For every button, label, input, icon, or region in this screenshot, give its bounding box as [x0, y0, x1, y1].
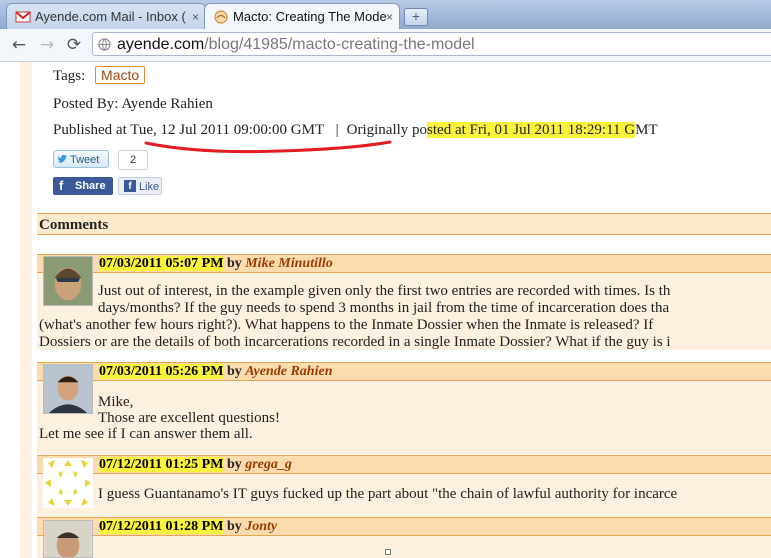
- tweet-label: Tweet: [70, 154, 100, 166]
- avatar: [43, 520, 93, 558]
- close-icon[interactable]: ×: [192, 4, 199, 29]
- comment-text-line: days/months? If the guy needs to spend 3…: [98, 300, 670, 316]
- facebook-like-button[interactable]: f Like: [118, 177, 162, 195]
- comment-header: 07/03/2011 05:26 PM by Ayende Rahien: [37, 362, 771, 381]
- by-label: by: [226, 364, 242, 379]
- originally-suffix: MT: [635, 122, 658, 138]
- comment-author-link[interactable]: Ayende Rahien: [245, 364, 332, 379]
- avatar: [43, 458, 93, 508]
- comment-text-line: Those are excellent questions!: [98, 410, 281, 426]
- by-label: by: [226, 457, 242, 472]
- comment-text-line: (what's another few hours right?). What …: [39, 317, 654, 333]
- comment-date-line: 07/03/2011 05:07 PM by Mike Minutillo: [99, 255, 333, 273]
- tab-bar: Ayende.com Mail - Inbox ( × Macto: Creat…: [0, 0, 771, 29]
- comment-header: 07/12/2011 01:28 PM by Jonty: [37, 517, 771, 536]
- comment-date: 07/12/2011 01:25 PM: [99, 457, 224, 472]
- tab-mail[interactable]: Ayende.com Mail - Inbox ( ×: [6, 3, 206, 29]
- posted-by: Posted By: Ayende Rahien: [53, 96, 213, 112]
- facebook-share-button[interactable]: f Share: [53, 177, 113, 195]
- comment-date-line: 07/12/2011 01:25 PM by grega_g: [99, 456, 292, 474]
- post-tags: Tags: Macto: [53, 66, 146, 85]
- comment-author-link[interactable]: grega_g: [245, 457, 292, 472]
- comment-date-line: 07/12/2011 01:28 PM by Jonty: [99, 518, 277, 536]
- new-tab-button[interactable]: +: [404, 8, 428, 26]
- avatar: [43, 256, 93, 306]
- comment-author-link[interactable]: Jonty: [245, 519, 277, 534]
- red-underline-annotation: [144, 140, 392, 154]
- tags-label: Tags:: [53, 68, 86, 84]
- url-path: /blog/41985/macto-creating-the-model: [204, 36, 475, 53]
- close-icon[interactable]: ×: [386, 4, 393, 29]
- facebook-icon: f: [124, 180, 136, 192]
- scroll-indicator: [385, 549, 391, 555]
- comment-text-line: I guess Guantanamo's IT guys fucked up t…: [98, 486, 678, 502]
- reload-icon[interactable]: ⟳: [63, 34, 85, 56]
- comment-header: 07/12/2011 01:25 PM by grega_g: [37, 455, 771, 474]
- page-left-strip: [20, 62, 32, 558]
- comment-date: 07/12/2011 01:28 PM: [99, 519, 224, 534]
- by-label: by: [226, 256, 242, 271]
- comment-date-line: 07/03/2011 05:26 PM by Ayende Rahien: [99, 363, 332, 381]
- comment-text-line: Dossiers or are the details of both inca…: [39, 334, 671, 350]
- avatar: [43, 364, 93, 414]
- browser-toolbar: ← → ⟳ ayende.com/blog/41985/macto-creati…: [0, 29, 771, 62]
- like-label: Like: [139, 181, 160, 193]
- twitter-bird-icon: [57, 154, 68, 163]
- comment-header: 07/03/2011 05:07 PM by Mike Minutillo: [37, 254, 771, 273]
- comments-header: Comments: [37, 213, 771, 235]
- published-label: Published at: [53, 122, 127, 138]
- comment-date: 07/03/2011 05:07 PM: [99, 256, 224, 271]
- tab-macto[interactable]: Macto: Creating The Mode ×: [204, 3, 400, 29]
- by-label: by: [226, 519, 242, 534]
- comment-date: 07/03/2011 05:26 PM: [99, 364, 224, 379]
- comment-author-link[interactable]: Mike Minutillo: [245, 256, 333, 271]
- originally-highlight: sted at Fri, 01 Jul 2011 18:29:11 G: [427, 122, 636, 138]
- comment-text-line: Mike,: [98, 394, 134, 410]
- comment-text-line: Let me see if I can answer them all.: [39, 426, 253, 442]
- share-label: Share: [75, 180, 106, 192]
- page-icon: [98, 38, 111, 51]
- address-bar[interactable]: ayende.com/blog/41985/macto-creating-the…: [92, 32, 771, 56]
- back-arrow-icon[interactable]: ←: [8, 34, 30, 56]
- tweet-button[interactable]: Tweet: [53, 150, 109, 168]
- tag-macto-link[interactable]: Macto: [95, 66, 146, 84]
- comment-text-line: Just out of interest, in the example giv…: [98, 283, 671, 299]
- facebook-icon: f: [59, 178, 64, 193]
- tab-mail-title: Ayende.com Mail - Inbox (: [35, 9, 186, 24]
- tab-macto-title: Macto: Creating The Mode: [233, 9, 387, 24]
- gmail-icon: [15, 11, 31, 23]
- url-host: ayende.com: [117, 36, 205, 53]
- tweet-count: 2: [118, 150, 148, 170]
- forward-arrow-icon[interactable]: →: [36, 34, 58, 56]
- site-favicon-icon: [214, 10, 228, 24]
